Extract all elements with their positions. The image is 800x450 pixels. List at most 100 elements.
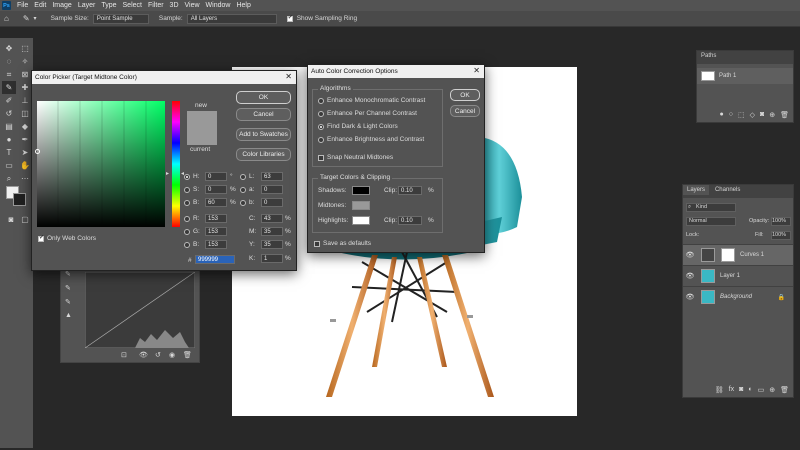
make-path-icon[interactable]: ◇	[750, 111, 755, 119]
r-radio[interactable]	[184, 216, 190, 222]
quick-mask-icon[interactable]: ◙	[4, 213, 18, 226]
h-field[interactable]: 0	[205, 172, 227, 181]
history-brush-icon[interactable]: ↺	[2, 107, 16, 120]
current-color-swatch[interactable]	[187, 128, 217, 145]
menu-file[interactable]: File	[17, 2, 28, 9]
type-tool-icon[interactable]: T	[2, 146, 16, 159]
quick-select-tool-icon[interactable]: ✧	[18, 55, 32, 68]
l-field[interactable]: 63	[261, 172, 283, 181]
tool-preset-chevron-icon[interactable]: ▾	[34, 15, 37, 22]
rectangle-tool-icon[interactable]: ▭	[2, 159, 16, 172]
shadows-swatch[interactable]	[352, 186, 370, 195]
lasso-tool-icon[interactable]: ◌	[2, 55, 16, 68]
delete-path-icon[interactable]: 🗑	[780, 111, 789, 119]
fill-field[interactable]: 100%	[771, 231, 791, 240]
new-layer-icon[interactable]: ⊕	[769, 386, 775, 394]
g-field[interactable]: 153	[205, 227, 227, 236]
path-select-icon[interactable]: ➤	[18, 146, 32, 159]
hue-slider[interactable]	[172, 101, 180, 227]
menu-type[interactable]: Type	[101, 2, 116, 9]
h-radio[interactable]	[184, 174, 190, 180]
color-field-marker-icon[interactable]	[35, 149, 40, 154]
menu-3d[interactable]: 3D	[170, 2, 179, 9]
a-field[interactable]: 0	[261, 185, 283, 194]
opacity-field[interactable]: 100%	[771, 217, 791, 226]
new-path-icon[interactable]: ⊕	[769, 111, 775, 119]
b-radio[interactable]	[184, 200, 190, 206]
background-color-swatch[interactable]	[13, 193, 26, 206]
add-to-swatches-button[interactable]: Add to Swatches	[236, 128, 291, 141]
add-mask-icon[interactable]: ◙	[739, 386, 743, 394]
s-field[interactable]: 0	[205, 185, 227, 194]
screen-mode-icon[interactable]: ▢	[18, 213, 32, 226]
s-radio[interactable]	[184, 187, 190, 193]
show-sampling-ring-checkbox[interactable]	[286, 14, 293, 22]
auto-color-ok-button[interactable]: OK	[450, 89, 480, 101]
curves-eyedropper-white-icon[interactable]: ✎	[65, 298, 71, 306]
brush-tool-icon[interactable]: ✐	[2, 94, 16, 107]
move-tool-icon[interactable]: ✥	[2, 42, 16, 55]
paths-tab[interactable]: Paths	[697, 51, 720, 61]
sample-size-select[interactable]: Point Sample	[92, 13, 149, 24]
menu-image[interactable]: Image	[52, 2, 71, 9]
clipping-warning-icon[interactable]: ▲	[65, 312, 72, 319]
visibility-eye-icon[interactable]: 👁	[683, 293, 697, 301]
only-web-colors-checkbox[interactable]	[38, 234, 44, 242]
pen-tool-icon[interactable]: ✒	[18, 133, 32, 146]
g-radio[interactable]	[184, 229, 190, 235]
zoom-tool-icon[interactable]: ⌕	[2, 172, 16, 185]
menu-view[interactable]: View	[185, 2, 200, 9]
cancel-button[interactable]: Cancel	[236, 108, 291, 121]
sample-select[interactable]: All Layers	[186, 13, 277, 24]
close-icon[interactable]: ✕	[473, 66, 480, 75]
marquee-tool-icon[interactable]: ⬚	[18, 42, 32, 55]
dodge-tool-icon[interactable]: ●	[2, 133, 16, 146]
hex-field[interactable]: 999999	[195, 255, 235, 264]
color-field[interactable]	[37, 101, 165, 227]
new-group-icon[interactable]: ▭	[758, 386, 765, 394]
curves-eyedropper-black-icon[interactable]: ✎	[65, 270, 71, 278]
layer-style-icon[interactable]: fx	[729, 386, 734, 394]
crop-tool-icon[interactable]: ⌗	[2, 68, 16, 81]
eye-icon[interactable]: ◉	[169, 351, 175, 359]
menu-window[interactable]: Window	[206, 2, 231, 9]
menu-help[interactable]: Help	[236, 2, 250, 9]
color-libraries-button[interactable]: Color Libraries	[236, 148, 291, 161]
l-radio[interactable]	[240, 174, 246, 180]
visibility-eye-icon[interactable]: 👁	[683, 251, 697, 259]
hand-tool-icon[interactable]: ✋	[18, 159, 32, 172]
blend-mode-select[interactable]: Normal	[686, 217, 736, 226]
home-icon[interactable]: ⌂	[4, 14, 9, 23]
clip-to-layer-icon[interactable]: ⊡	[121, 351, 127, 359]
add-mask-icon[interactable]: ◙	[760, 111, 764, 119]
gradient-tool-icon[interactable]: ▤	[2, 120, 16, 133]
highlights-clip-field[interactable]: 0.10	[398, 216, 422, 225]
visibility-eye-icon[interactable]: 👁	[683, 272, 697, 280]
menu-select[interactable]: Select	[123, 2, 142, 9]
filter-kind-select[interactable]: ⌕ Kind	[686, 203, 736, 212]
brightness-contrast-radio[interactable]	[318, 137, 324, 143]
menu-filter[interactable]: Filter	[148, 2, 164, 9]
per-channel-radio[interactable]	[318, 111, 324, 117]
menu-layer[interactable]: Layer	[78, 2, 96, 9]
a-radio[interactable]	[240, 187, 246, 193]
new-adjustment-icon[interactable]: ◐	[748, 386, 752, 394]
fill-path-icon[interactable]: ●	[720, 111, 724, 119]
stroke-path-icon[interactable]: ○	[729, 111, 733, 119]
blur-tool-icon[interactable]: ◆	[18, 120, 32, 133]
curves-graph[interactable]	[85, 272, 195, 348]
midtones-swatch[interactable]	[352, 201, 370, 210]
layer-row-curves[interactable]: 👁 Curves 1	[683, 244, 793, 265]
c-field[interactable]: 43	[261, 214, 283, 223]
y-field[interactable]: 35	[261, 240, 283, 249]
load-selection-icon[interactable]: ⬚	[738, 111, 745, 119]
close-icon[interactable]: ✕	[285, 72, 292, 81]
highlights-swatch[interactable]	[352, 216, 370, 225]
dark-light-radio[interactable]	[318, 124, 324, 130]
b-field[interactable]: 60	[205, 198, 227, 207]
more-tools-icon[interactable]: ⋯	[18, 172, 32, 185]
lab-b-radio[interactable]	[240, 200, 246, 206]
save-defaults-checkbox[interactable]	[314, 241, 320, 247]
visibility-toggle-icon[interactable]: 👁	[139, 351, 148, 359]
k-field[interactable]: 1	[261, 254, 283, 263]
